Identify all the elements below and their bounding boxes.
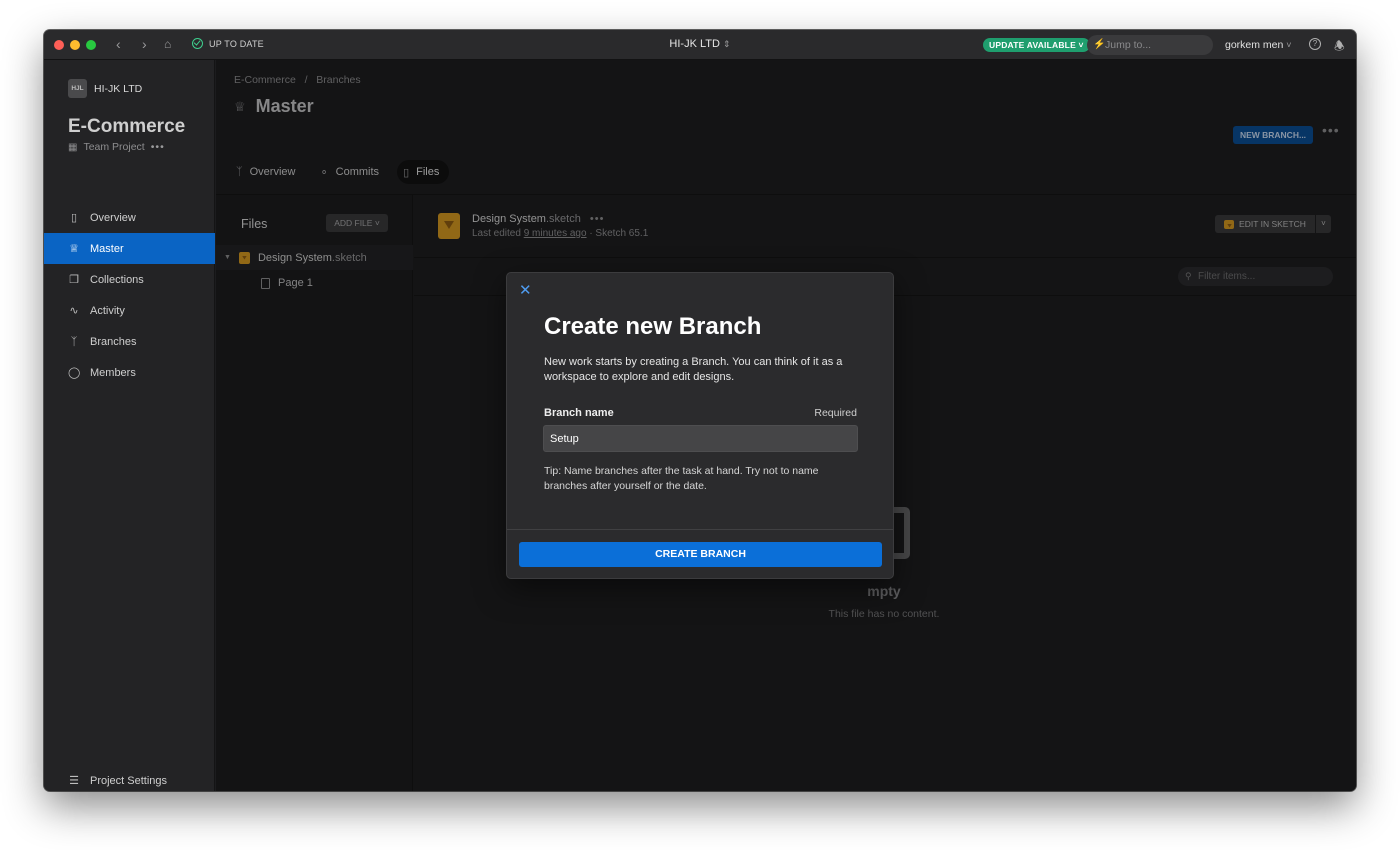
dialog-title: Create new Branch (544, 313, 762, 340)
sidebar-item-label: Branches (90, 335, 137, 348)
project-settings-link[interactable]: ☰ Project Settings (68, 774, 168, 788)
project-title: E-Commerce (68, 116, 186, 137)
titlebar: ‹ › ⌂ UP TO DATE HI-JK LTD ⇕ UPDATE AVAI… (44, 30, 1356, 60)
sidebar-item-collections[interactable]: ❐ Collections (44, 264, 215, 295)
workspace-name: HI-JK LTD (669, 38, 720, 50)
jump-placeholder: Jump to... (1105, 39, 1152, 51)
help-icon[interactable]: ? (1309, 38, 1321, 50)
chevron-down-icon: ˅ (1078, 40, 1084, 50)
sidebar-item-label: Overview (90, 211, 136, 224)
sidebar: HJL HI-JK LTD E-Commerce ▦ Team Project … (44, 60, 215, 791)
sidebar-item-members[interactable]: ◯ Members (44, 357, 215, 388)
sidebar-item-label: Collections (90, 273, 144, 286)
sidebar-item-activity[interactable]: ∿ Activity (44, 295, 215, 326)
dialog-description: New work starts by creating a Branch. Yo… (544, 356, 843, 383)
branch-name-label: Branch name (544, 407, 614, 419)
user-menu[interactable]: gorkem men ˅ (1225, 39, 1292, 51)
project-settings-label: Project Settings (90, 774, 168, 787)
sidebar-item-master[interactable]: ♕ Master (44, 233, 215, 264)
sliders-icon: ☰ (69, 775, 79, 787)
chevron-down-icon: ˅ (1286, 40, 1292, 50)
sidebar-nav: ▯ Overview ♕ Master ❐ Collections ∿ Acti… (44, 202, 215, 388)
document-icon: ▯ (70, 212, 78, 224)
dialog-tip: Tip: Name branches after the task at han… (544, 465, 819, 492)
branch-name-input[interactable] (543, 425, 858, 452)
sidebar-item-overview[interactable]: ▯ Overview (44, 202, 215, 233)
activity-icon: ∿ (69, 305, 79, 317)
update-available-badge[interactable]: UPDATE AVAILABLE ˅ (983, 38, 1090, 52)
divider (507, 529, 893, 530)
more-dots-icon[interactable]: ••• (151, 141, 165, 153)
required-label: Required (814, 407, 857, 419)
sidebar-item-label: Activity (90, 304, 125, 317)
close-icon[interactable]: ✕ (519, 283, 532, 298)
bolt-icon: ⚡ (1093, 39, 1106, 50)
collections-icon: ❐ (69, 274, 79, 286)
update-badge-label: UPDATE AVAILABLE (989, 40, 1076, 50)
create-branch-button[interactable]: CREATE BRANCH (519, 542, 882, 567)
branch-icon: ᛉ (70, 335, 78, 348)
sidebar-item-branches[interactable]: ᛉ Branches (44, 326, 215, 357)
org-name[interactable]: HI-JK LTD (94, 83, 142, 95)
chevron-updown-icon: ⇕ (723, 39, 731, 49)
notification-bell-icon[interactable]: 🕭 (1334, 37, 1345, 58)
app-window: ‹ › ⌂ UP TO DATE HI-JK LTD ⇕ UPDATE AVAI… (44, 30, 1356, 791)
project-type: ▦ Team Project ••• (68, 141, 165, 153)
sidebar-item-label: Master (90, 242, 124, 255)
crown-icon: ♕ (69, 243, 79, 255)
jump-to-input[interactable]: ⚡ Jump to... (1087, 35, 1213, 55)
sidebar-item-label: Members (90, 366, 136, 379)
create-branch-dialog: ✕ Create new Branch New work starts by c… (506, 272, 894, 579)
building-icon: ▦ (68, 141, 78, 153)
project-type-label: Team Project (83, 141, 145, 153)
org-avatar[interactable]: HJL (68, 79, 87, 98)
person-icon: ◯ (68, 367, 81, 379)
user-name: gorkem men (1225, 39, 1284, 51)
